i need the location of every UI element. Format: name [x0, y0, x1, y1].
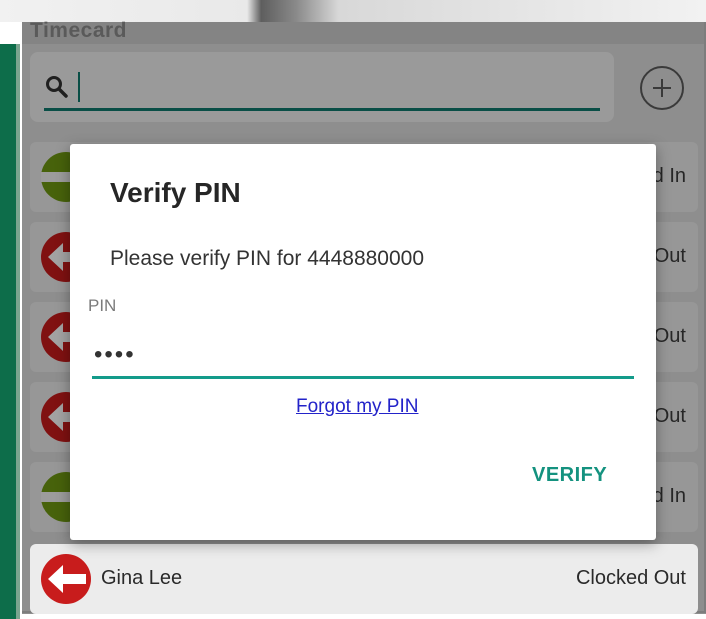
pin-underline: [92, 376, 634, 379]
dialog-title: Verify PIN: [110, 177, 241, 208]
pin-label: PIN: [88, 296, 117, 315]
dialog-message: Please verify PIN for 4448880000: [110, 247, 425, 270]
text-cursor: [78, 72, 80, 102]
clock-status: Out: [653, 325, 686, 347]
employee-row[interactable]: Gina Lee Clocked Out: [30, 544, 698, 614]
add-employee-button[interactable]: [640, 66, 684, 110]
clock-status: Out: [653, 245, 686, 267]
search-icon: [46, 76, 68, 98]
verify-pin-dialog: Verify PIN Please verify PIN for 4448880…: [70, 144, 656, 540]
app-title: Timecard: [30, 19, 127, 42]
search-underline: [44, 108, 600, 111]
verify-button[interactable]: VERIFY: [526, 458, 613, 492]
plus-icon: [661, 79, 663, 97]
employee-name: Gina Lee: [101, 567, 183, 589]
forgot-pin-link[interactable]: Forgot my PIN: [296, 396, 418, 418]
clock-status: Out: [653, 405, 686, 427]
clock-status: Clocked Out: [575, 567, 686, 589]
search-input[interactable]: [84, 72, 588, 104]
app-header: Timecard: [22, 19, 706, 44]
search-bar[interactable]: [30, 52, 614, 122]
pin-input[interactable]: [92, 338, 616, 372]
screen: Timecard d In Out Out Out d In Gina Lee Clocke…: [0, 0, 706, 619]
side-accent-strip: [0, 44, 20, 619]
clock-status: d In: [652, 165, 686, 187]
clocked-out-arrow-icon: [41, 554, 91, 604]
clock-status: d In: [652, 485, 686, 507]
